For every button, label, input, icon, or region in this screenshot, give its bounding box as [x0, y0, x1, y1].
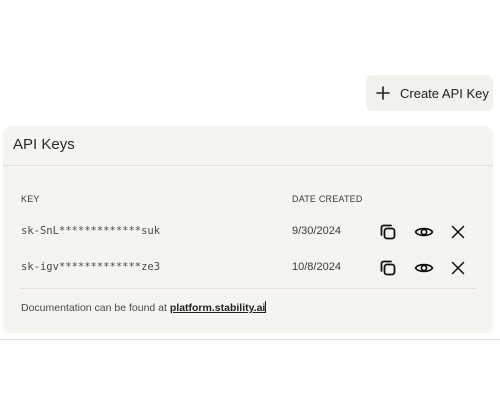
close-icon[interactable] — [447, 257, 469, 279]
create-api-key-label: Create API Key — [400, 85, 489, 101]
copy-icon[interactable] — [377, 257, 399, 279]
card-divider — [3, 165, 493, 166]
eye-icon[interactable] — [413, 257, 435, 279]
eye-icon[interactable] — [413, 221, 435, 243]
documentation-link[interactable]: platform.stability.ai — [170, 302, 266, 314]
date-created-value: 9/30/2024 — [292, 225, 341, 237]
copy-icon[interactable] — [377, 221, 399, 243]
plus-icon — [375, 85, 391, 101]
row-divider — [19, 288, 476, 289]
text-caret — [265, 301, 267, 313]
page-divider — [0, 339, 500, 340]
column-header-date-created: DATE CREATED — [292, 194, 363, 204]
api-key-value: sk-igv*************ze3 — [21, 261, 161, 273]
table-row: sk-igv*************ze3 10/8/2024 — [3, 253, 493, 283]
card-title: API Keys — [13, 136, 75, 153]
date-created-value: 10/8/2024 — [292, 261, 341, 273]
table-row: sk-SnL*************suk 9/30/2024 — [3, 217, 493, 247]
column-header-key: KEY — [21, 194, 40, 204]
api-keys-card: API Keys KEY DATE CREATED sk-SnL********… — [3, 126, 493, 333]
documentation-text: Documentation can be found at — [21, 302, 170, 314]
create-api-key-button[interactable]: Create API Key — [366, 75, 493, 111]
api-key-value: sk-SnL*************suk — [21, 225, 161, 237]
close-icon[interactable] — [447, 221, 469, 243]
documentation-note: Documentation can be found at platform.s… — [21, 301, 267, 314]
